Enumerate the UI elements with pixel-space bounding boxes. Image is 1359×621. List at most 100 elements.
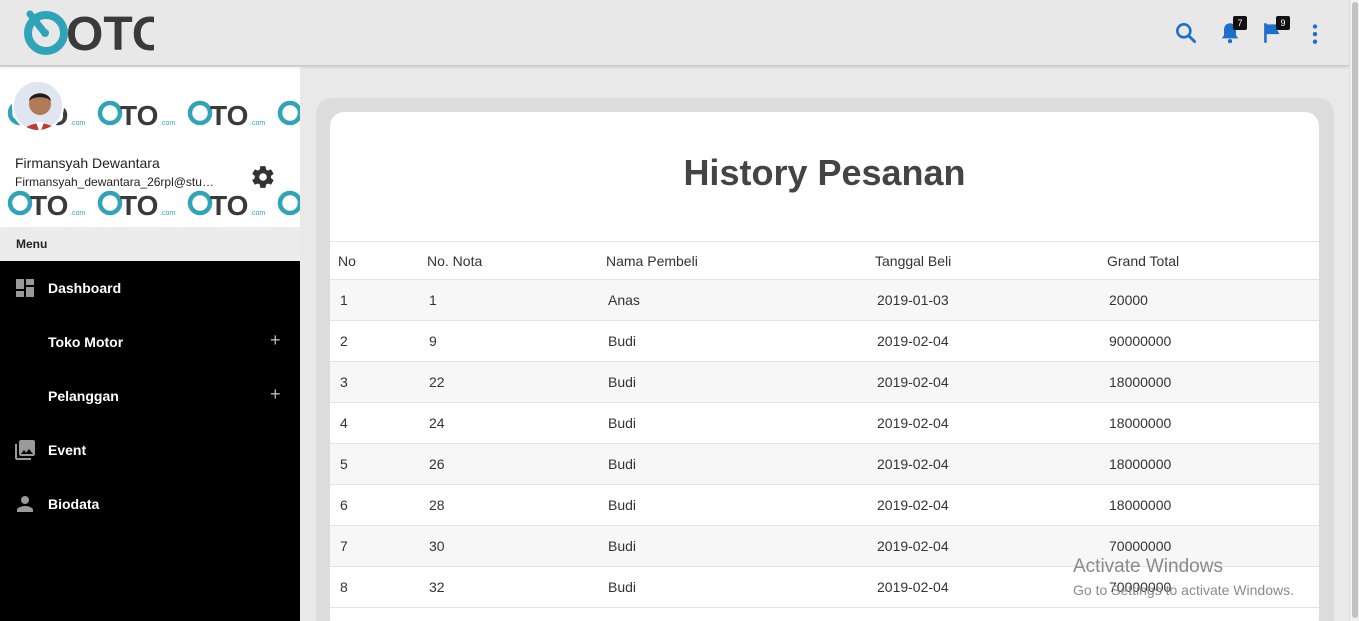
cell-no-nota: 32 [419, 566, 598, 608]
scrollbar-thumb[interactable] [1352, 2, 1358, 618]
flag-icon[interactable]: 9 [1260, 16, 1290, 46]
cell-no-nota: 30 [419, 525, 598, 567]
sidebar-item-event[interactable]: Event [0, 423, 300, 477]
sidebar: TO.com TO.com TO.com TO.com TO.com TO.co… [0, 67, 300, 621]
cell-tanggal-beli: 2019-02-04 [867, 320, 1099, 362]
cell-nama-pembeli: Budi [598, 443, 867, 485]
history-table: No No. Nota Nama Pembeli Tanggal Beli Gr… [330, 241, 1319, 608]
cell-no-nota: 24 [419, 402, 598, 444]
gear-icon[interactable] [250, 164, 276, 190]
sidebar-item-dashboard[interactable]: Dashboard [0, 261, 300, 315]
avatar[interactable] [12, 80, 64, 132]
top-bar: OTO 7 9 [0, 0, 1349, 66]
table-row[interactable]: 3 22 Budi 2019-02-04 18000000 [330, 361, 1319, 403]
cell-no-nota: 22 [419, 361, 598, 403]
sidebar-item-toko-motor[interactable]: Toko Motor + [0, 315, 300, 369]
cell-no: 5 [330, 443, 419, 485]
sidebar-item-label: Pelanggan [48, 388, 119, 404]
logo-text: OTO [66, 8, 154, 58]
user-email: Firmansyah_dewantara_26rpl@stud... [15, 175, 215, 189]
svg-text:TO: TO [210, 100, 248, 131]
column-header-no-nota[interactable]: No. Nota [419, 241, 598, 280]
svg-text:.com: .com [250, 120, 265, 127]
cell-no: 2 [330, 320, 419, 362]
column-header-grand-total[interactable]: Grand Total [1099, 241, 1319, 280]
svg-text:.com: .com [250, 210, 265, 217]
svg-text:TO: TO [120, 100, 158, 131]
cell-nama-pembeli: Budi [598, 484, 867, 526]
cell-no-nota: 28 [419, 484, 598, 526]
cell-grand-total: 20000 [1099, 279, 1319, 321]
more-vert-icon[interactable] [1302, 20, 1328, 46]
cell-tanggal-beli: 2019-02-04 [867, 361, 1099, 403]
cell-grand-total: 18000000 [1099, 443, 1319, 485]
cell-tanggal-beli: 2019-02-04 [867, 525, 1099, 567]
column-header-no[interactable]: No [330, 241, 419, 280]
sidebar-item-pelanggan[interactable]: Pelanggan + [0, 369, 300, 423]
cell-nama-pembeli: Budi [598, 566, 867, 608]
photo-library-icon [13, 438, 37, 462]
column-header-nama-pembeli[interactable]: Nama Pembeli [598, 241, 867, 280]
page-scrollbar[interactable] [1349, 0, 1359, 621]
cell-tanggal-beli: 2019-02-04 [867, 402, 1099, 444]
cell-grand-total: 18000000 [1099, 361, 1319, 403]
cell-grand-total: 90000000 [1099, 320, 1319, 362]
flags-badge: 9 [1276, 16, 1290, 30]
notifications-bell-icon[interactable]: 7 [1217, 16, 1247, 46]
cell-nama-pembeli: Anas [598, 279, 867, 321]
sidebar-item-biodata[interactable]: Biodata [0, 477, 300, 531]
sidebar-item-label: Dashboard [48, 280, 122, 296]
table-row[interactable]: 5 26 Budi 2019-02-04 18000000 [330, 443, 1319, 485]
cell-no: 8 [330, 566, 419, 608]
cell-no: 3 [330, 361, 419, 403]
dashboard-icon [13, 276, 37, 300]
notifications-badge: 7 [1233, 16, 1247, 30]
table-header-row: No No. Nota Nama Pembeli Tanggal Beli Gr… [330, 241, 1319, 280]
cell-grand-total: 18000000 [1099, 402, 1319, 444]
svg-text:TO: TO [210, 190, 248, 221]
activate-windows-watermark: Activate Windows Go to Settings to activ… [1073, 556, 1294, 598]
profile-panel: TO.com TO.com TO.com TO.com TO.com TO.co… [0, 67, 300, 227]
table-row[interactable]: 2 9 Budi 2019-02-04 90000000 [330, 320, 1319, 362]
cell-tanggal-beli: 2019-02-04 [867, 443, 1099, 485]
column-header-tanggal-beli[interactable]: Tanggal Beli [867, 241, 1099, 280]
svg-text:.com: .com [160, 210, 175, 217]
cell-no-nota: 9 [419, 320, 598, 362]
cell-no: 7 [330, 525, 419, 567]
page-title: History Pesanan [683, 152, 966, 193]
cell-no: 6 [330, 484, 419, 526]
table-row[interactable]: 6 28 Budi 2019-02-04 18000000 [330, 484, 1319, 526]
svg-text:TO: TO [120, 190, 158, 221]
svg-text:.com: .com [160, 120, 175, 127]
svg-text:TO: TO [30, 190, 68, 221]
cell-tanggal-beli: 2019-02-04 [867, 484, 1099, 526]
watermark-line-2: Go to Settings to activate Windows. [1073, 582, 1294, 598]
table-row[interactable]: 4 24 Budi 2019-02-04 18000000 [330, 402, 1319, 444]
svg-text:.com: .com [70, 120, 85, 127]
oto-logo[interactable]: OTO [24, 8, 169, 61]
watermark-line-1: Activate Windows [1073, 556, 1223, 577]
cell-nama-pembeli: Budi [598, 361, 867, 403]
menu-header: Menu [0, 227, 300, 261]
cell-nama-pembeli: Budi [598, 320, 867, 362]
person-icon [13, 492, 37, 516]
cell-no-nota: 26 [419, 443, 598, 485]
cell-tanggal-beli: 2019-02-04 [867, 566, 1099, 608]
expand-plus-icon[interactable]: + [270, 330, 281, 351]
cell-nama-pembeli: Budi [598, 525, 867, 567]
sidebar-item-label: Biodata [48, 496, 100, 512]
cell-no-nota: 1 [419, 279, 598, 321]
cell-no: 1 [330, 279, 419, 321]
table-row[interactable]: 1 1 Anas 2019-01-03 20000 [330, 279, 1319, 321]
sidebar-item-label: Event [48, 442, 87, 458]
sidebar-item-label: Toko Motor [48, 334, 124, 350]
expand-plus-icon[interactable]: + [270, 384, 281, 405]
cell-no: 4 [330, 402, 419, 444]
cell-tanggal-beli: 2019-01-03 [867, 279, 1099, 321]
svg-text:.com: .com [70, 210, 85, 217]
search-icon[interactable] [1173, 20, 1199, 46]
user-name: Firmansyah Dewantara [15, 155, 160, 171]
cell-nama-pembeli: Budi [598, 402, 867, 444]
history-card: History Pesanan No No. Nota Nama Pembeli… [330, 112, 1319, 621]
cell-grand-total: 18000000 [1099, 484, 1319, 526]
